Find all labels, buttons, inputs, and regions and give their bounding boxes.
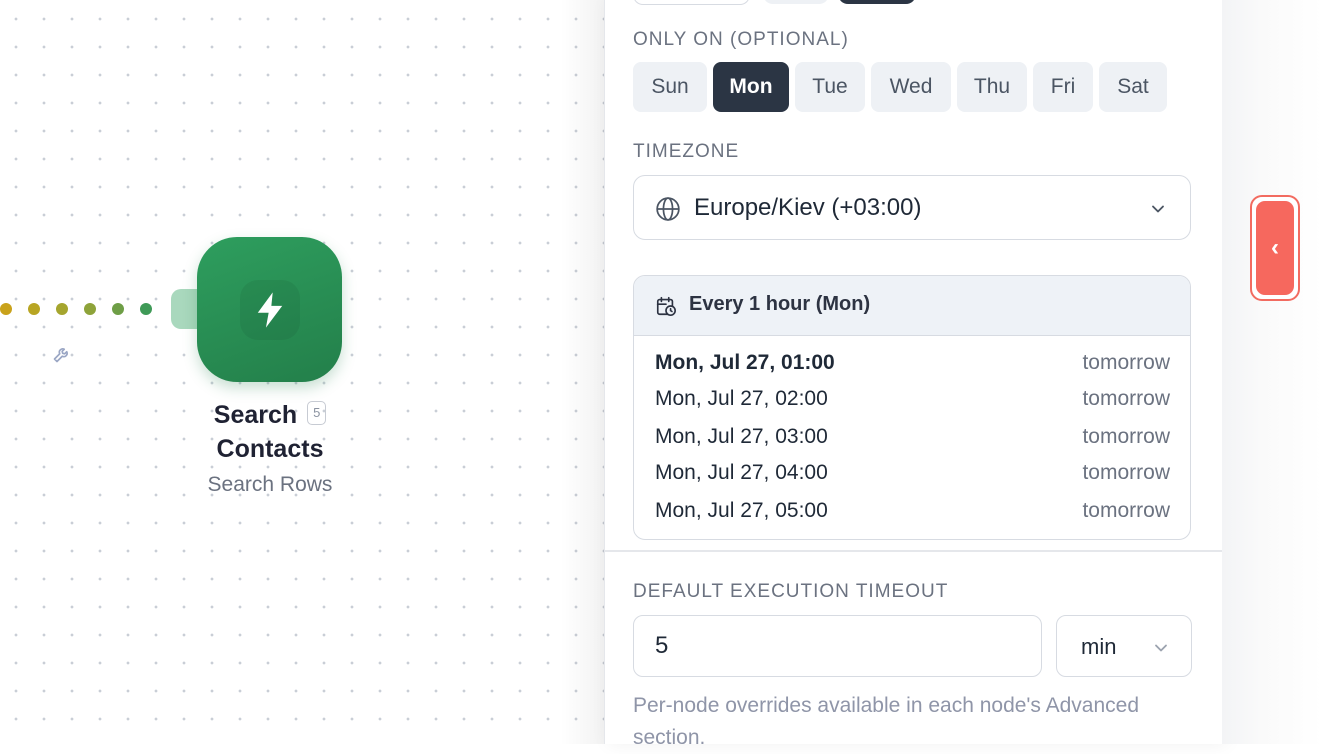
timezone-value: Europe/Kiev (+03:00) bbox=[694, 194, 922, 221]
section-divider bbox=[604, 550, 1222, 552]
run-relative: tomorrow bbox=[1082, 499, 1170, 522]
timeout-unit-value: min bbox=[1081, 634, 1117, 659]
run-time: Mon, Jul 27, 03:00 bbox=[655, 425, 828, 448]
lightning-icon bbox=[240, 280, 300, 340]
panel-shadow bbox=[560, 0, 605, 744]
day-button-mon[interactable]: Mon bbox=[713, 62, 789, 112]
globe-icon bbox=[655, 196, 681, 227]
schedule-title: Every 1 hour (Mon) bbox=[689, 293, 871, 315]
run-time: Mon, Jul 27, 04:00 bbox=[655, 461, 828, 484]
timeout-label: DEFAULT EXECUTION TIMEOUT bbox=[633, 581, 949, 602]
day-button-wed[interactable]: Wed bbox=[871, 62, 951, 112]
schedule-preview: Every 1 hour (Mon) Mon, Jul 27, 01:00 to… bbox=[633, 275, 1191, 540]
timeout-input[interactable]: 5 bbox=[633, 615, 1042, 677]
timeout-help-text: Per-node overrides available in each nod… bbox=[633, 694, 1140, 749]
top-option-stub[interactable] bbox=[633, 0, 750, 5]
run-relative: tomorrow bbox=[1082, 351, 1170, 374]
search-contacts-node[interactable] bbox=[197, 237, 342, 382]
days-label: ONLY ON (OPTIONAL) bbox=[633, 29, 849, 50]
node-badge: 5 bbox=[307, 401, 327, 426]
run-time: Mon, Jul 27, 01:00 bbox=[655, 351, 835, 374]
top-option-stub[interactable] bbox=[763, 0, 829, 4]
chevron-left-icon: ‹ bbox=[1256, 201, 1294, 295]
run-time: Mon, Jul 27, 05:00 bbox=[655, 499, 828, 522]
schedule-row: Mon, Jul 27, 02:00 tomorrow bbox=[655, 387, 1170, 417]
workflow-canvas[interactable]: Search 5 Contacts Search Rows bbox=[0, 0, 605, 744]
node-title-line1: Search bbox=[213, 401, 298, 429]
day-selector: Sun Mon Tue Wed Thu Fri Sat bbox=[633, 62, 1167, 112]
calendar-clock-icon bbox=[655, 295, 677, 322]
run-relative: tomorrow bbox=[1082, 387, 1170, 410]
timezone-label: TIMEZONE bbox=[633, 141, 740, 162]
node-subtitle: Search Rows bbox=[207, 473, 333, 496]
chevron-down-icon bbox=[1148, 199, 1168, 224]
day-button-fri[interactable]: Fri bbox=[1033, 62, 1093, 112]
wrench-icon[interactable] bbox=[52, 344, 72, 364]
timezone-select[interactable]: Europe/Kiev (+03:00) bbox=[633, 175, 1191, 240]
day-button-thu[interactable]: Thu bbox=[957, 62, 1027, 112]
day-button-sun[interactable]: Sun bbox=[633, 62, 707, 112]
right-gutter bbox=[1222, 0, 1322, 744]
run-relative: tomorrow bbox=[1082, 425, 1170, 448]
schedule-row: Mon, Jul 27, 04:00 tomorrow bbox=[655, 461, 1170, 491]
collapse-panel-button[interactable]: ‹ bbox=[1250, 195, 1300, 301]
node-title-line2: Contacts bbox=[216, 435, 324, 463]
chevron-down-icon bbox=[1151, 638, 1171, 663]
schedule-row: Mon, Jul 27, 01:00 tomorrow bbox=[655, 351, 1170, 381]
top-option-stub-selected[interactable] bbox=[838, 0, 916, 4]
schedule-row: Mon, Jul 27, 05:00 tomorrow bbox=[655, 499, 1170, 529]
timeout-unit-select[interactable]: min bbox=[1056, 615, 1192, 677]
schedule-header: Every 1 hour (Mon) bbox=[634, 276, 1190, 336]
connection-line bbox=[0, 302, 160, 316]
node-title: Search 5 Contacts bbox=[180, 398, 360, 466]
run-time: Mon, Jul 27, 02:00 bbox=[655, 387, 828, 410]
day-button-sat[interactable]: Sat bbox=[1099, 62, 1167, 112]
run-relative: tomorrow bbox=[1082, 461, 1170, 484]
day-button-tue[interactable]: Tue bbox=[795, 62, 865, 112]
schedule-row: Mon, Jul 27, 03:00 tomorrow bbox=[655, 425, 1170, 455]
